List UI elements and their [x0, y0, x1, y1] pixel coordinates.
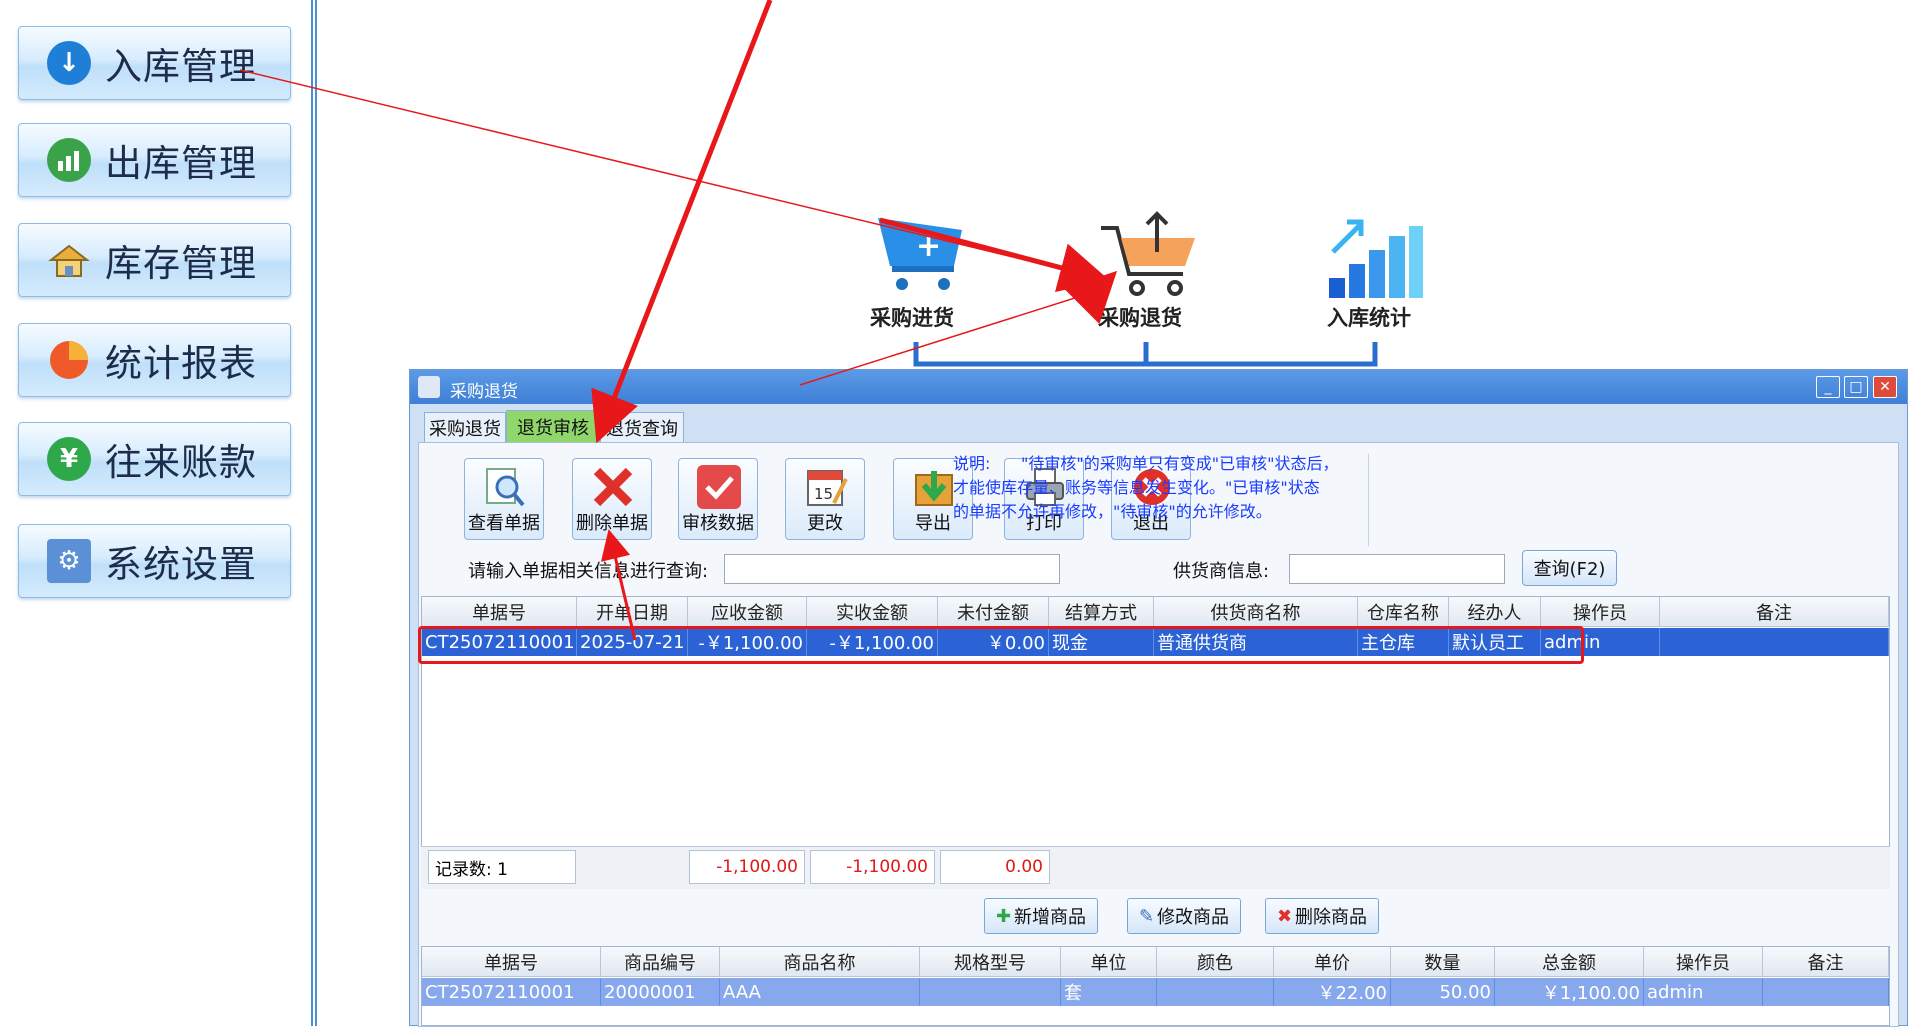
annotation-arrow	[591, 0, 773, 444]
annotation-line	[799, 289, 1101, 386]
annotation-arrow	[879, 217, 1110, 292]
annotation-arrows	[239, 0, 1118, 641]
annotation-arrow	[600, 529, 637, 641]
